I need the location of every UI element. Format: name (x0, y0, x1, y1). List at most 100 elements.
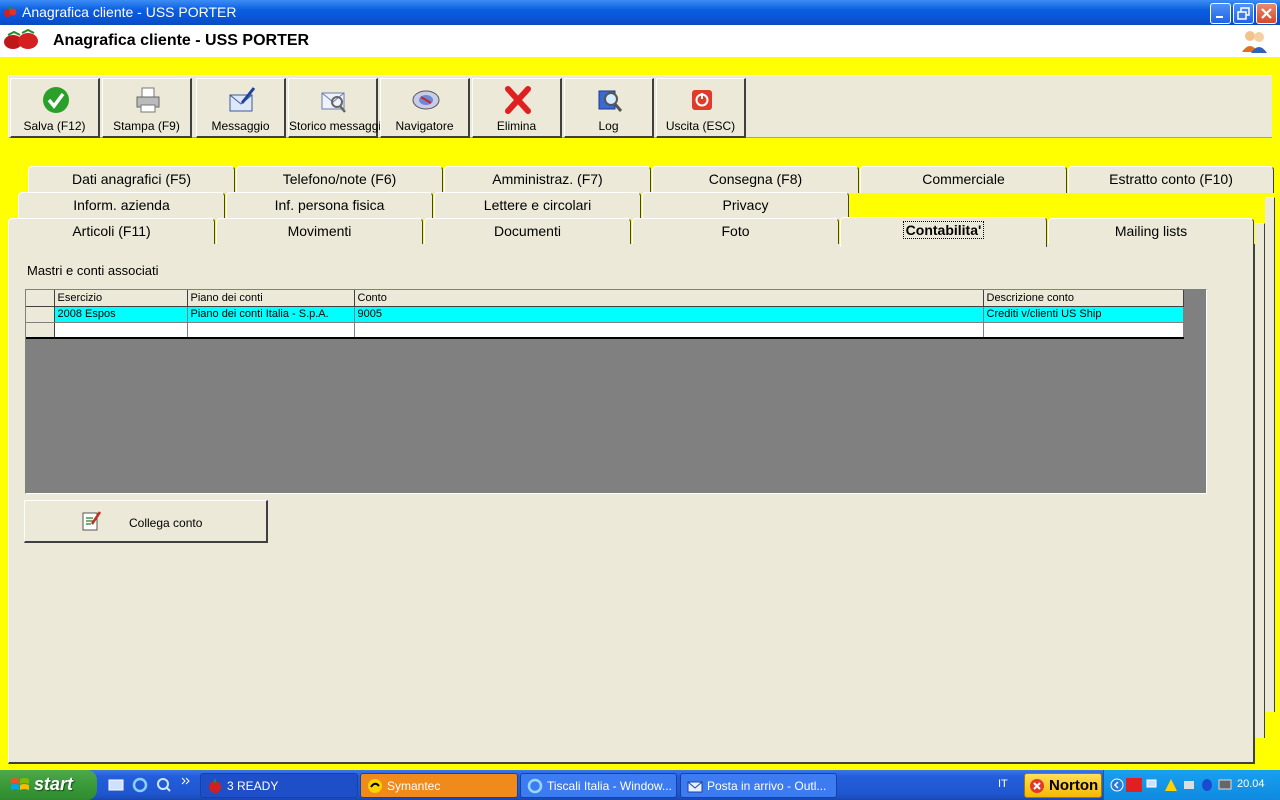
table-cell[interactable] (983, 322, 1184, 339)
minimize-icon (1216, 16, 1223, 18)
message-history-button[interactable]: Storico messaggi (288, 78, 381, 138)
column-header[interactable]: Conto (354, 290, 984, 307)
exit-label: Uscita (ESC) (665, 119, 736, 133)
edit-document-icon (82, 511, 102, 531)
toolbar: Salva (F12) Stampa (F9) Messaggio Storic… (8, 75, 1272, 138)
column-header[interactable]: Esercizio (54, 290, 188, 307)
tab-label: Foto (721, 223, 750, 239)
collega-conto-button[interactable]: Collega conto (24, 500, 268, 543)
tab-label: Inform. azienda (73, 197, 170, 213)
delete-button[interactable]: Elimina (472, 78, 562, 138)
envelope-pen-icon (229, 87, 256, 112)
tab-label: Amministraz. (F7) (492, 171, 603, 187)
restore-icon (1237, 7, 1250, 20)
tab-lettere-circolari[interactable]: Lettere e circolari (434, 192, 641, 219)
collega-conto-label: Collega conto (129, 516, 203, 530)
tab-consegna[interactable]: Consegna (F8) (652, 166, 859, 193)
window-title-bar[interactable]: Anagrafica cliente - USS PORTER (0, 0, 1280, 25)
print-label: Stampa (F9) (113, 119, 180, 133)
column-header[interactable]: Descrizione conto (983, 290, 1184, 307)
close-button[interactable] (1256, 3, 1277, 24)
tab-strip: Dati anagrafici (F5) Telefono/note (F6) … (0, 145, 1280, 247)
envelope-search-icon (321, 92, 346, 113)
tab-privacy[interactable]: Privacy (642, 192, 849, 219)
tab-label: Documenti (494, 223, 561, 239)
navigator-button[interactable]: Navigatore (380, 78, 470, 138)
search-icon[interactable] (156, 777, 172, 793)
tab-telefono-note[interactable]: Telefono/note (F6) (236, 166, 443, 193)
ati-icon[interactable] (1126, 778, 1142, 792)
exit-button[interactable]: Uscita (ESC) (656, 78, 746, 138)
app-header: Anagrafica cliente - USS PORTER (0, 25, 1280, 57)
save-button[interactable]: Salva (F12) (10, 78, 100, 138)
monitor-icon[interactable] (1218, 778, 1232, 792)
users-icon[interactable] (1240, 28, 1268, 54)
start-label: start (34, 774, 74, 794)
tab-persona-fisica[interactable]: Inf. persona fisica (226, 192, 433, 219)
task-button-symantec[interactable]: Symantec (360, 773, 518, 798)
desktop-icon[interactable] (108, 777, 124, 793)
log-button[interactable]: Log (564, 78, 654, 138)
language-indicator[interactable]: IT (998, 778, 1008, 790)
tab-contabilita[interactable]: Contabilita' (840, 217, 1047, 247)
navigator-icon (412, 90, 440, 110)
device-icon[interactable] (1182, 778, 1196, 792)
tab-amministrazione[interactable]: Amministraz. (F7) (444, 166, 651, 193)
network-icon[interactable] (1146, 778, 1160, 792)
section-label: Mastri e conti associati (27, 263, 159, 278)
clock: 20.04 (1237, 778, 1265, 790)
tab-foto[interactable]: Foto (632, 218, 839, 245)
tab-inform-azienda[interactable]: Inform. azienda (18, 192, 225, 219)
row-selector[interactable] (26, 306, 55, 323)
task-button-outlook[interactable]: Posta in arrivo - Outl... (680, 773, 837, 798)
tab-label: Dati anagrafici (F5) (71, 171, 192, 187)
norton-button[interactable]: Norton (1024, 773, 1102, 798)
table-cell[interactable]: 9005 (354, 306, 984, 323)
bluetooth-icon[interactable] (1200, 778, 1214, 792)
power-icon (692, 90, 712, 110)
internet-explorer-icon[interactable] (132, 777, 148, 793)
close-icon (1261, 8, 1272, 19)
start-button[interactable]: start (0, 770, 97, 800)
tab-documenti[interactable]: Documenti (424, 218, 631, 245)
minimize-button[interactable] (1210, 3, 1231, 24)
accounts-grid[interactable]: Esercizio Piano dei conti Conto Descrizi… (25, 289, 1207, 494)
task-button-tiscali[interactable]: Tiscali Italia - Window... (520, 773, 677, 798)
tray-expand-icon[interactable] (1110, 778, 1124, 792)
message-button[interactable]: Messaggio (196, 78, 286, 138)
app-icon (4, 6, 17, 17)
table-row[interactable]: 2008 Espos Piano dei conti Italia - S.p.… (26, 306, 1184, 323)
tab-label: Estratto conto (F10) (1109, 171, 1233, 187)
tab-label: Telefono/note (F6) (282, 171, 397, 187)
tab-mailing-lists[interactable]: Mailing lists (1048, 218, 1254, 245)
internet-explorer-icon (527, 778, 543, 794)
table-cell[interactable] (354, 322, 984, 339)
antivirus-icon[interactable] (1164, 778, 1178, 792)
tab-label: Consegna (F8) (708, 171, 803, 187)
table-cell[interactable]: Crediti v/clienti US Ship (983, 306, 1184, 323)
column-header[interactable]: Piano dei conti (187, 290, 355, 307)
tab-dati-anagrafici[interactable]: Dati anagrafici (F5) (28, 166, 235, 193)
check-icon (43, 87, 69, 113)
restore-button[interactable] (1233, 3, 1254, 24)
table-cell[interactable]: Piano dei conti Italia - S.p.A. (187, 306, 355, 323)
table-cell[interactable] (54, 322, 188, 339)
print-button[interactable]: Stampa (F9) (102, 78, 192, 138)
tab-articoli[interactable]: Articoli (F11) (8, 218, 215, 245)
tab-commerciale[interactable]: Commerciale (860, 166, 1067, 193)
table-cell[interactable]: 2008 Espos (54, 306, 188, 323)
tab-label: Privacy (722, 197, 769, 213)
taskbar: start 3 READY Symantec Tiscali Italia - … (0, 770, 1280, 800)
log-label: Log (598, 119, 619, 133)
tab-movimenti[interactable]: Movimenti (216, 218, 423, 245)
grid-header-row: Esercizio Piano dei conti Conto Descrizi… (26, 290, 1184, 307)
tab-panel-edge (1255, 223, 1265, 738)
tab-label: Inf. persona fisica (274, 197, 385, 213)
row-selector[interactable] (26, 322, 55, 339)
table-cell[interactable] (187, 322, 355, 339)
strawberry-icon (209, 779, 221, 793)
chevron-right-icon[interactable] (180, 774, 192, 790)
table-row-new[interactable] (26, 322, 1184, 339)
tab-estratto-conto[interactable]: Estratto conto (F10) (1068, 166, 1274, 193)
task-button-ready[interactable]: 3 READY (200, 773, 358, 798)
